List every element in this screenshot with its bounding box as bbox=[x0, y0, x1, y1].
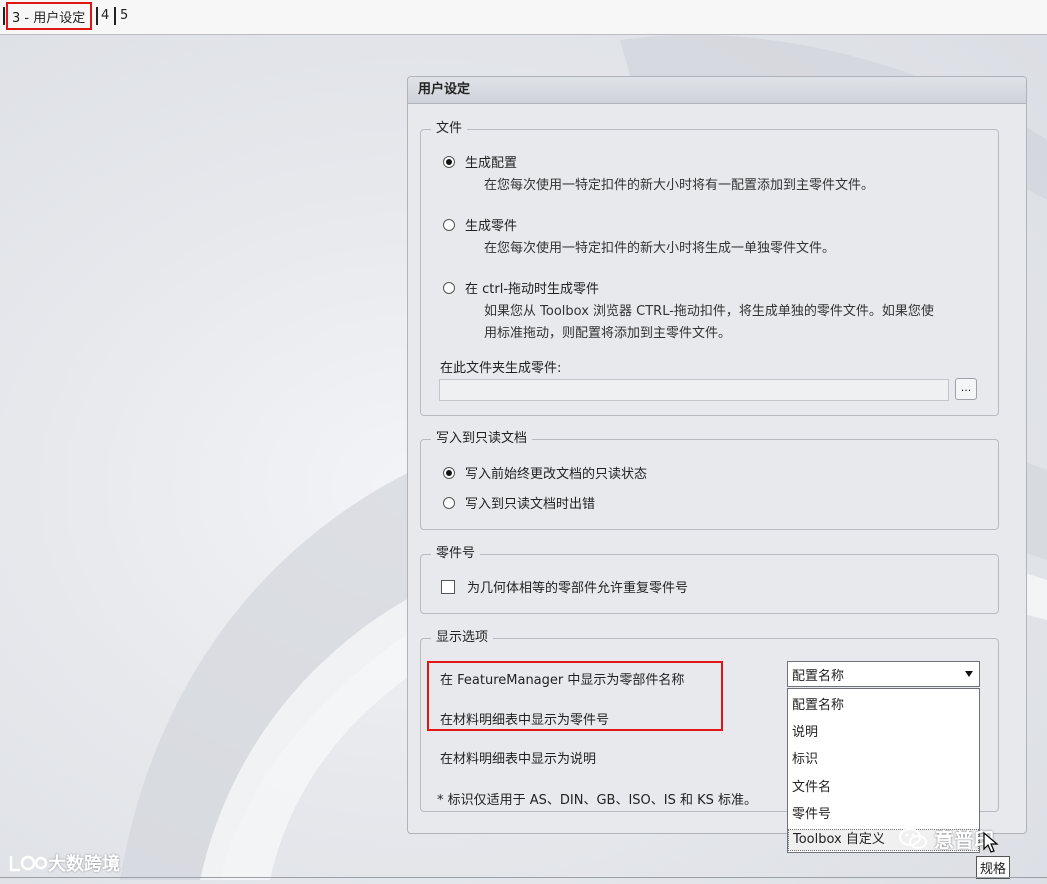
mouse-cursor-icon bbox=[983, 832, 999, 853]
readonly-group-title: 写入到只读文档 bbox=[431, 430, 533, 448]
watermark-left-text: 大数跨境 bbox=[48, 854, 120, 875]
checkbox[interactable] bbox=[441, 579, 455, 594]
partno-group-title: 零件号 bbox=[431, 545, 481, 563]
display-group-title: 显示选项 bbox=[431, 629, 494, 647]
dropdown-option[interactable]: 零件号 bbox=[792, 803, 831, 822]
tab-5[interactable]: 5 bbox=[120, 8, 128, 23]
tab-separator bbox=[96, 7, 98, 25]
file-group: 文件 生成配置 在您每次使用一特定扣件的新大小时将有一配置添加到主零件文件。 生… bbox=[420, 120, 999, 416]
folder-label: 在此文件夹生成零件: bbox=[440, 361, 562, 376]
display-row-bom-description: 在材料明细表中显示为说明 bbox=[440, 752, 597, 767]
option-description: 在您每次使用一特定扣件的新大小时将有一配置添加到主零件文件。 bbox=[484, 178, 875, 193]
watermark-logo-icon bbox=[9, 855, 48, 872]
wechat-icon bbox=[899, 827, 927, 849]
radio-button[interactable] bbox=[443, 281, 455, 294]
option-description: 在您每次使用一特定扣件的新大小时将生成一单独零件文件。 bbox=[484, 241, 836, 256]
radio-button[interactable] bbox=[443, 218, 455, 231]
readonly-group: 写入到只读文档 写入前始终更改文档的只读状态 写入到只读文档时出错 bbox=[420, 430, 999, 530]
radio-generate-config[interactable]: 生成配置 bbox=[443, 152, 517, 171]
radio-button[interactable] bbox=[443, 155, 455, 168]
checkbox-label: 为几何体相等的零部件允许重复零件号 bbox=[467, 581, 689, 596]
highlight-box bbox=[427, 661, 723, 731]
tooltip: 规格 bbox=[976, 856, 1011, 879]
tab-user-settings[interactable]: 3 - 用户设定 bbox=[6, 2, 92, 30]
file-group-title: 文件 bbox=[431, 120, 468, 138]
standards-note: * 标识仅适用于 AS、DIN、GB、ISO、IS 和 KS 标准。 bbox=[437, 793, 758, 808]
tab-bar: 3 - 用户设定 4 5 bbox=[0, 0, 1047, 35]
folder-path-input[interactable] bbox=[439, 379, 949, 401]
option-description: 用标准拖动，则配置将添加到主零件文件。 bbox=[484, 326, 732, 341]
radio-label: 写入到只读文档时出错 bbox=[465, 497, 596, 512]
dropdown-option[interactable]: 标识 bbox=[792, 748, 818, 767]
radio-label: 写入前始终更改文档的只读状态 bbox=[465, 467, 648, 482]
dropdown-option[interactable]: 说明 bbox=[792, 721, 818, 740]
option-description: 如果您从 Toolbox 浏览器 CTRL-拖动扣件，将生成单独的零件文件。如果… bbox=[484, 304, 934, 319]
radio-ctrl-drag-part[interactable]: 在 ctrl-拖动时生成零件 bbox=[443, 278, 599, 297]
partno-group: 零件号 为几何体相等的零部件允许重复零件号 bbox=[420, 545, 999, 614]
radio-generate-part[interactable]: 生成零件 bbox=[443, 215, 517, 234]
dropdown-option[interactable]: 配置名称 bbox=[792, 694, 844, 713]
radio-label: 在 ctrl-拖动时生成零件 bbox=[465, 282, 600, 297]
chevron-down-icon[interactable] bbox=[965, 671, 973, 677]
panel-title: 用户设定 bbox=[408, 77, 1026, 104]
tab-separator bbox=[114, 7, 116, 25]
radio-error-on-readonly[interactable]: 写入到只读文档时出错 bbox=[443, 493, 595, 512]
watermark-right: 意普印 bbox=[898, 824, 994, 853]
bottom-divider bbox=[0, 877, 1047, 878]
radio-label: 生成零件 bbox=[465, 219, 518, 234]
watermark-left: 大数跨境 bbox=[8, 850, 120, 876]
tab-4[interactable]: 4 bbox=[101, 8, 109, 23]
radio-button[interactable] bbox=[443, 466, 455, 479]
combo-value: 配置名称 bbox=[792, 668, 845, 684]
radio-button[interactable] bbox=[443, 496, 455, 509]
checkbox-allow-duplicate-partno[interactable]: 为几何体相等的零部件允许重复零件号 bbox=[441, 577, 688, 596]
display-name-combo[interactable]: 配置名称 bbox=[787, 661, 980, 687]
radio-label: 生成配置 bbox=[465, 156, 518, 171]
radio-always-change-readonly[interactable]: 写入前始终更改文档的只读状态 bbox=[443, 463, 647, 482]
tab-separator bbox=[3, 7, 5, 25]
dropdown-option[interactable]: 文件名 bbox=[792, 776, 831, 795]
browse-button[interactable]: ... bbox=[955, 378, 977, 400]
